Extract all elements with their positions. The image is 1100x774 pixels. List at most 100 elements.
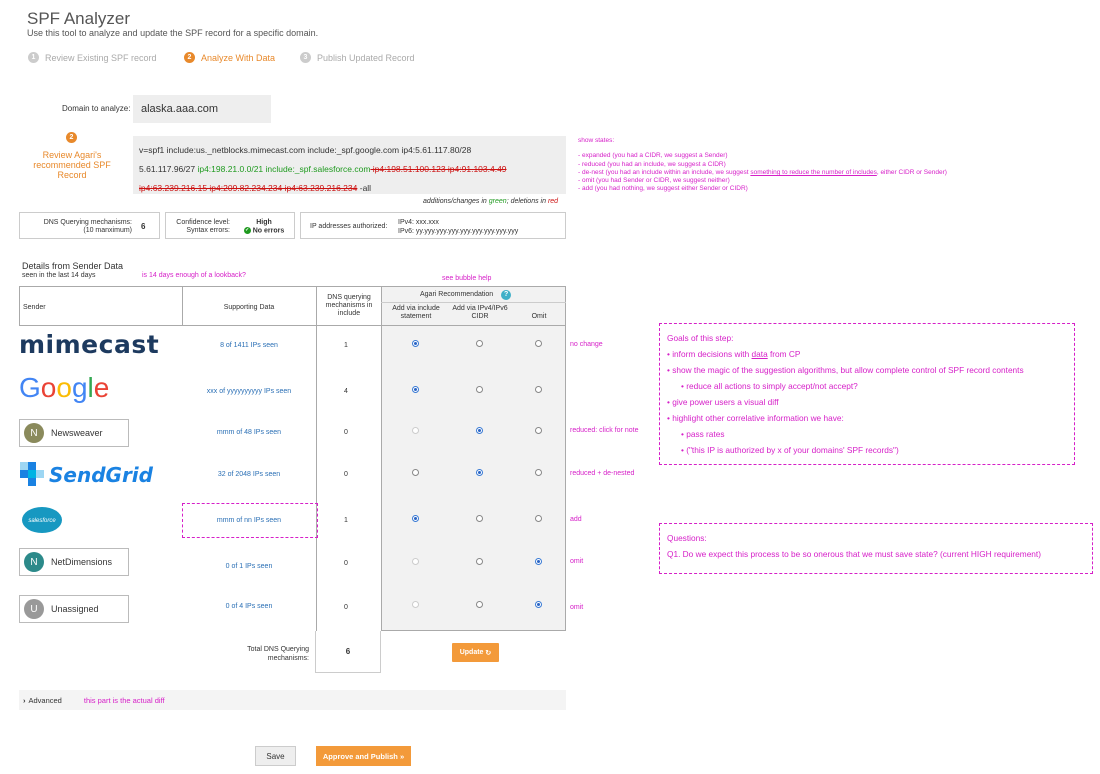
sender-initial-icon: N [24,552,44,572]
state-line: - reduced (you had an include, we sugges… [578,160,726,168]
state-link[interactable]: something to reduce the number of includ… [750,169,876,176]
row-annotation[interactable]: reduced: click for note [570,427,638,434]
radio-omit[interactable] [535,386,542,393]
ipv6-value: IPv6: yy.yyy.yyy.yyy.yyy.yyy.yyy.yyy.yyy [398,228,519,235]
details-subtitle: seen in the last 14 days [22,272,96,279]
states-annotation: show states: - expanded (you had a CIDR,… [578,137,947,194]
radio-omit[interactable] [535,601,542,608]
step-number: 2 [184,52,195,63]
state-line: - add (you had nothing, we suggest eithe… [578,185,748,193]
lookback-annotation: is 14 days enough of a lookback? [142,272,246,279]
radio-add-cidr[interactable] [476,386,483,393]
radio-add-cidr[interactable] [476,340,483,347]
supporting-data-link[interactable]: 8 of 1411 IPs seen [182,342,316,349]
radio-omit[interactable] [535,469,542,476]
radio-add-cidr[interactable] [476,515,483,522]
radio-omit[interactable] [535,427,542,434]
radio-add-cidr[interactable] [476,469,483,476]
state-text: , either CIDR or Sender) [876,168,947,176]
col-header-sender: Sender [23,304,46,311]
domain-label: Domain to analyze: [62,104,131,113]
confidence-value: High [256,219,272,226]
step-1[interactable]: 1 Review Existing SPF record [28,52,157,63]
confidence-label: Confidence level: [176,219,230,226]
record-deletion: ip4:63.239.216.15 ip4:209.82.234.234 ip4… [139,183,358,193]
radio-add-include[interactable] [412,340,419,347]
record-line-1: v=spf1 include:us._netblocks.mimecast.co… [139,145,472,155]
radio-omit[interactable] [535,558,542,565]
radio-add-include[interactable] [412,601,419,608]
record-text: 5.61.117.96/27 [139,164,198,174]
legend-text: additions/changes in [423,198,489,205]
dns-count: 0 [344,471,348,478]
step-2[interactable]: 2 Analyze With Data [184,52,275,63]
radio-add-include[interactable] [412,558,419,565]
col-header-dns: DNS querying mechanisms in include [325,294,373,317]
check-circle-icon: ✓ [243,227,251,234]
supporting-data-link[interactable]: 32 of 2048 IPs seen [182,471,316,478]
state-text: - de-nest (you had an include within an … [578,168,751,176]
approve-publish-button[interactable]: Approve and Publish » [316,746,411,766]
radio-add-cidr[interactable] [476,427,483,434]
total-dns-value: 6 [315,631,381,673]
col-header-omit: Omit [531,313,547,320]
total-dns-label: Total DNS Querying mechanisms: [247,646,309,662]
ipv4-value: IPv4: xxx.xxx [398,219,439,226]
syntax-label: Syntax errors: [186,227,230,234]
radio-add-cidr[interactable] [476,601,483,608]
table-header-border [19,325,566,326]
radio-add-include[interactable] [412,469,419,476]
save-button[interactable]: Save [255,746,296,766]
sender-name: Newsweaver [51,428,103,438]
dns-querying-value: 6 [141,222,146,231]
supporting-data-link[interactable]: mmm of 48 IPs seen [182,429,316,436]
domain-field[interactable]: alaska.aaa.com [133,95,271,123]
dns-count: 4 [344,388,348,395]
goal-link[interactable]: data [752,349,768,359]
syntax-value: No errors [252,227,285,235]
supporting-data-link[interactable]: xxx of yyyyyyyyyy IPs seen [182,388,316,395]
step-3[interactable]: 3 Publish Updated Record [300,52,415,63]
radio-add-include[interactable] [412,427,419,434]
advanced-label: Advanced [28,695,62,705]
radio-add-include[interactable] [412,386,419,393]
dns-querying-label: DNS Querying mechanisms: [43,219,132,226]
radio-add-include[interactable] [412,515,419,522]
goal-text: • inform decisions with [667,349,752,359]
record-line-3: ip4:63.239.216.15 ip4:209.82.234.234 ip4… [139,179,560,198]
page-subtitle: Use this tool to analyze and update the … [27,28,319,38]
update-button[interactable]: Update ↻ [452,643,499,662]
radio-omit[interactable] [535,515,542,522]
sender-name: NetDimensions [51,557,113,567]
goal-line: • pass rates [681,429,725,439]
details-title: Details from Sender Data [22,261,124,271]
sender-initial-icon: U [24,599,44,619]
table-left-border [19,286,20,326]
col-header-support: Supporting Data [223,304,275,311]
supporting-data-link[interactable]: 0 of 1 IPs seen [182,563,316,570]
goal-line: • show the magic of the suggestion algor… [667,365,1024,375]
record-deletion: ip4:198.51.100.123 ip4:91.103.4.49 [370,164,507,174]
help-icon[interactable]: ? [501,290,512,300]
dns-count: 1 [344,342,348,349]
supporting-data-link[interactable]: 0 of 4 IPs seen [182,603,316,610]
goal-line: • inform decisions with data from CP [667,346,1067,362]
state-line: - omit (you had Sender or CIDR, we sugge… [578,177,730,185]
radio-omit[interactable] [535,340,542,347]
dns-count: 0 [344,604,348,611]
state-line: - expanded (you had a CIDR, we suggest a… [578,152,728,160]
row-annotation: add [570,516,582,523]
confidence-card: Confidence level: Syntax errors: High ✓ … [165,212,295,239]
step-label: Analyze With Data [201,52,276,63]
legend-red: red [547,198,559,205]
page-title: SPF Analyzer [27,9,130,28]
supporting-data-link[interactable]: mmm of nn IPs seen [182,517,316,524]
sender-badge-netdimensions: N NetDimensions [19,548,129,576]
advanced-toggle[interactable]: › Advanced this part is the actual diff [19,690,566,710]
radio-add-cidr[interactable] [476,558,483,565]
goal-text: from CP [767,349,801,359]
record-line-2: 5.61.117.96/27 ip4:198.21.0.0/21 include… [139,160,560,179]
goal-line: • ("this IP is authorized by x of your d… [681,445,899,455]
agari-header-label: Agari Recommendation [420,291,494,298]
dns-count: 0 [344,560,348,567]
